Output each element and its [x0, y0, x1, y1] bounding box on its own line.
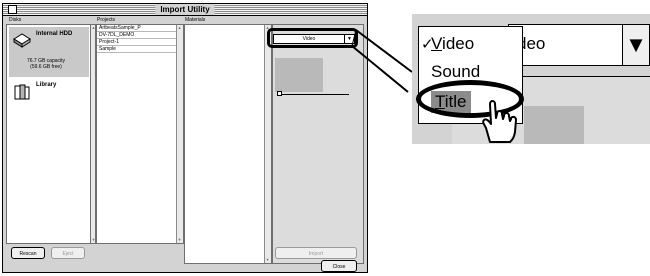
menu-item-label: ideo [442, 34, 475, 53]
zoom-preview-thumbnail [524, 106, 584, 144]
zoomed-popup-inset: deo ▼ ✓Video Sound Title [412, 14, 650, 144]
zoom-down-arrow-icon[interactable]: ▼ [622, 24, 650, 66]
menu-item-mnemonic: V [431, 34, 443, 53]
pointing-hand-icon [482, 100, 517, 143]
menu-item-label: Sound [431, 62, 481, 81]
menu-item-video[interactable]: ✓Video [421, 33, 474, 56]
checkmark-icon: ✓ [421, 36, 434, 53]
